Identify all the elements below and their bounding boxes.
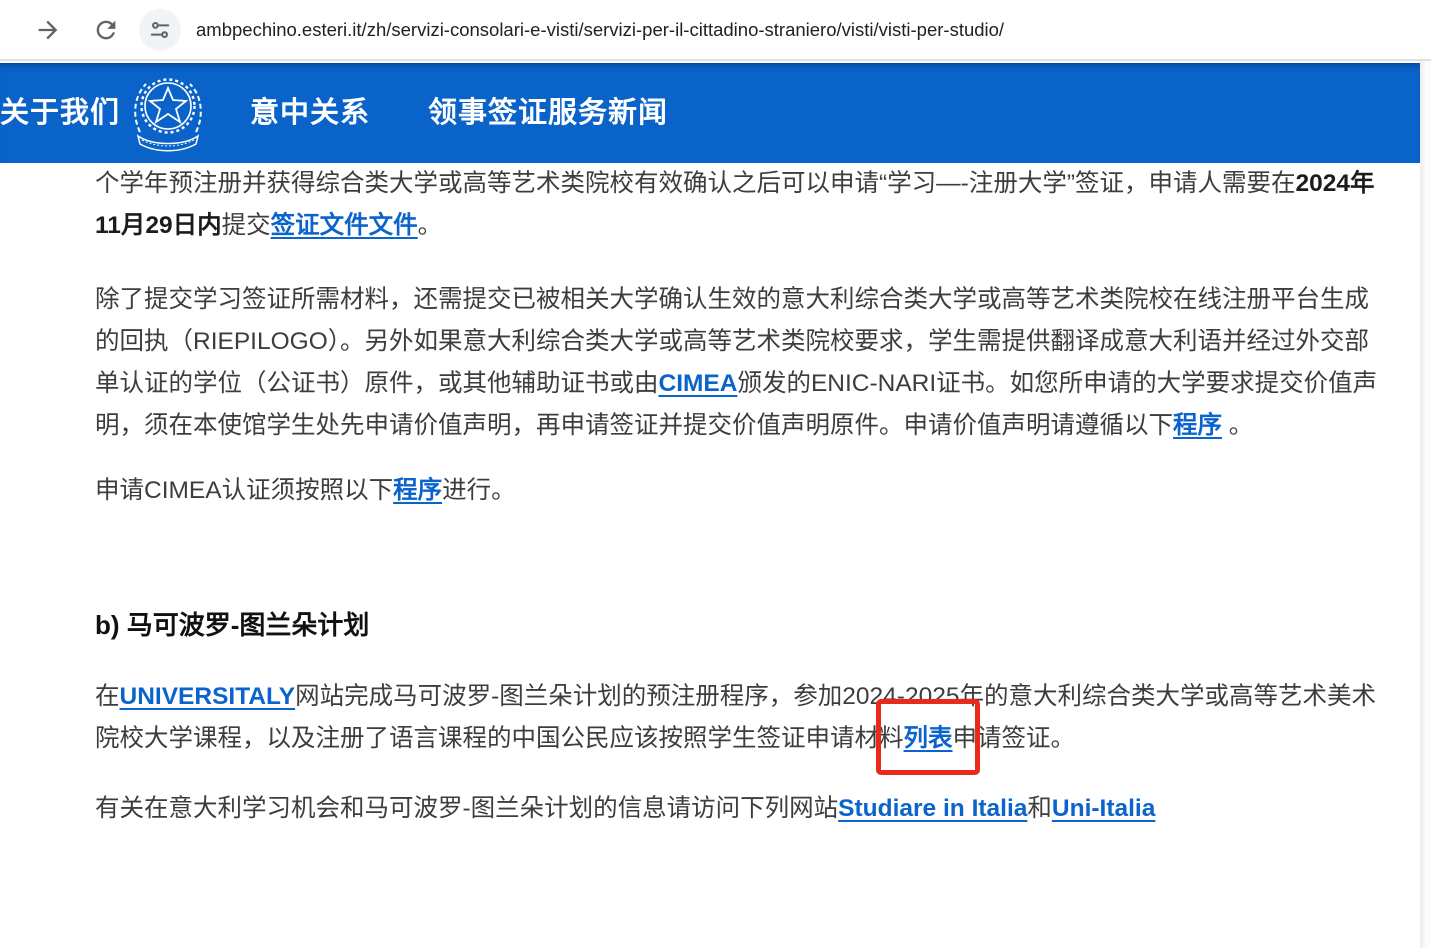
paragraph-p5: 有关在意大利学习机会和马可波罗-图兰朵计划的信息请访问下列网站Studiare … (95, 788, 1381, 830)
reload-icon[interactable] (84, 8, 128, 52)
text-run: 个学年预注册并获得综合类大学或高等艺术类院校有效确认之后可以申请“学习—-注册大… (95, 170, 1295, 197)
paragraph-p4: 在UNIVERSITALY网站完成马可波罗-图兰朵计划的预注册程序，参加2024… (95, 676, 1381, 760)
text-run: 。 (418, 212, 443, 239)
list-link[interactable]: 列表 (904, 725, 953, 752)
text-run: 提交 (222, 212, 271, 239)
paragraph-p1: 个学年预注册并获得综合类大学或高等艺术类院校有效确认之后可以申请“学习—-注册大… (95, 163, 1381, 247)
scrollbar-track[interactable] (1420, 61, 1431, 948)
nav-item-about-us[interactable]: 关于我们 (0, 63, 120, 163)
forward-icon[interactable] (26, 8, 70, 52)
browser-toolbar: ambpechino.esteri.it/zh/servizi-consolar… (0, 0, 1431, 61)
nav-item-consular-visa-services[interactable]: 领事签证服务 (428, 63, 608, 163)
nav-item-italy-china-relations[interactable]: 意中关系 (250, 63, 370, 163)
url-bar[interactable]: ambpechino.esteri.it/zh/servizi-consolar… (196, 0, 1004, 61)
site-settings-icon[interactable] (139, 9, 181, 51)
uni-italia-link[interactable]: Uni-Italia (1052, 795, 1155, 822)
annotated-link-wrap: 列表 (904, 718, 953, 760)
text-run: 和 (1027, 795, 1052, 822)
nav-item-news[interactable]: 新闻 (608, 63, 668, 163)
studiare-in-italia-link[interactable]: Studiare in Italia (838, 795, 1027, 822)
text-run: 有关在意大利学习机会和马可波罗-图兰朵计划的信息请访问下列网站 (95, 795, 838, 822)
paragraph-p3: 申请CIMEA认证须按照以下程序进行。 (95, 470, 1381, 512)
site-navbar: 关于我们 意中关系 领事签证服务 新闻 (0, 63, 1420, 163)
paragraph-p2: 除了提交学习签证所需材料，还需提交已被相关大学确认生效的意大利综合类大学或高等艺… (95, 279, 1381, 447)
text-run: 申请CIMEA认证须按照以下 (95, 477, 393, 504)
cimea-link[interactable]: CIMEA (659, 370, 738, 397)
text-run: 。 (1222, 412, 1253, 439)
text-run: b) 马可波罗-图兰朵计划 (95, 610, 369, 640)
text-run: 进行。 (442, 477, 516, 504)
visa-documents-link[interactable]: 签证文件文件 (271, 212, 418, 239)
section-heading: b) 马可波罗-图兰朵计划 (95, 604, 1381, 646)
procedure-link-2[interactable]: 程序 (393, 477, 442, 504)
italy-emblem-logo[interactable] (128, 66, 208, 162)
text-run: 在 (95, 683, 120, 710)
page-content: 个学年预注册并获得综合类大学或高等艺术类院校有效确认之后可以申请“学习—-注册大… (95, 163, 1381, 830)
universitaly-link[interactable]: UNIVERSITALY (120, 683, 296, 710)
back-icon[interactable] (0, 8, 10, 52)
procedure-link-1[interactable]: 程序 (1173, 412, 1222, 439)
text-run: 申请签证。 (953, 725, 1076, 752)
